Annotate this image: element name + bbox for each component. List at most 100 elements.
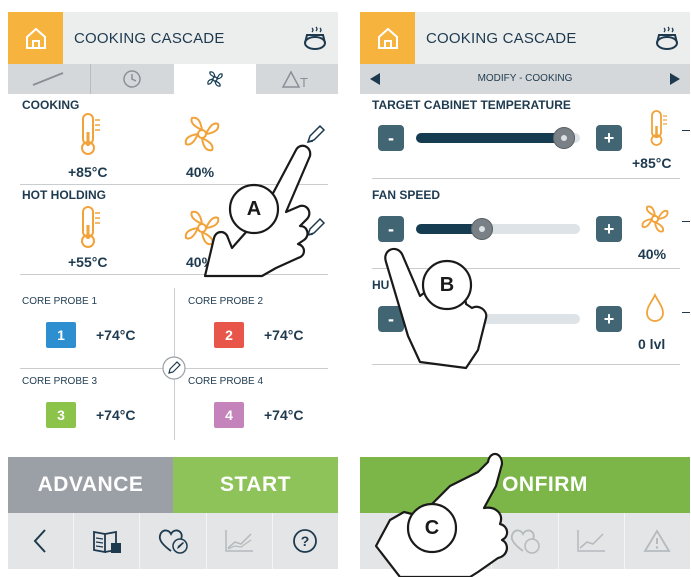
thermometer-icon [650,110,667,146]
tab-bar: T [8,64,338,94]
humidity-minus-button[interactable]: - [378,306,404,332]
home-icon [377,27,398,49]
chevron-left-icon [33,529,46,553]
slider-knob[interactable] [552,127,575,149]
temperature-slider[interactable] [416,127,580,149]
probe-label: CORE PROBE 2 [188,296,264,307]
tab-delta-t[interactable]: T [256,64,338,94]
callout-b: B [439,274,455,296]
chart-icon [225,530,254,552]
probe-temperature: +74°C [96,407,136,423]
cooking-section-title: COOKING [22,98,80,112]
tab-timer[interactable] [91,64,173,94]
probe-temperature: +74°C [264,327,304,343]
favourites-button[interactable] [492,513,559,569]
svg-text:T: T [300,75,308,90]
probe-badge[interactable]: 2 [214,322,244,348]
fan-icon [184,210,220,246]
cooking-pot-icon[interactable] [300,24,330,54]
humidity-title: HU [372,278,390,292]
callout-a: A [246,198,262,220]
fan-speed-title: FAN SPEED [372,188,441,202]
divider [372,178,680,179]
fan-icon [641,205,669,233]
probe-label: CORE PROBE 4 [188,376,264,387]
header-bar: COOKING CASCADE [360,12,690,64]
home-icon [25,27,46,49]
start-button[interactable]: START [173,457,338,513]
divider [20,184,328,185]
header-bar: COOKING CASCADE [8,12,338,64]
app-title: COOKING CASCADE [74,30,225,47]
graph-button[interactable] [207,513,273,569]
recipe-book-button[interactable] [74,513,141,569]
temperature-minus-button[interactable]: - [378,125,404,151]
slider-knob[interactable] [470,218,493,240]
tick-mark [682,130,690,131]
temperature-plus-button[interactable]: + [596,125,622,151]
fan-speed-value: 40% [638,246,667,262]
favourites-button[interactable] [140,513,207,569]
thermometer-icon [81,113,100,155]
edit-probes-icon[interactable] [162,356,186,380]
probe-temperature: +74°C [264,407,304,423]
humidity-slider[interactable] [416,314,580,324]
next-arrow-icon[interactable] [670,73,680,85]
warning-button[interactable] [625,513,690,569]
graph-button[interactable] [559,513,625,569]
bottom-nav: ? [8,513,338,569]
action-buttons: ADVANCE START [8,457,338,513]
warning-icon [643,529,671,552]
home-button[interactable] [8,12,63,64]
modify-cooking-screen: COOKING CASCADE MODIFY - COOKING TARGET … [360,12,690,577]
heart-edit-icon [510,529,540,554]
edit-cooking-icon[interactable] [304,124,326,146]
back-button[interactable] [8,513,75,569]
tab-probe[interactable] [8,64,92,94]
humidity-value: 0 lvl [638,336,666,352]
heart-edit-icon [158,529,188,554]
advance-button[interactable]: ADVANCE [8,457,173,513]
slider-fill [416,133,564,143]
fan-small-icon [206,71,223,87]
modify-bar: MODIFY - COOKING [360,64,690,94]
probe-temperature: +74°C [96,327,136,343]
home-button[interactable] [360,12,415,64]
bottom-nav [360,513,690,569]
cooking-cascade-overview-screen: COOKING CASCADE T COOKING +85°C 40% HOT … [8,12,338,577]
tick-mark [682,312,690,313]
help-button[interactable]: ? [273,513,338,569]
edit-holding-icon[interactable] [304,217,326,239]
divider [372,364,680,365]
tab-fan[interactable] [173,64,256,94]
cooking-fan-speed: 40% [186,164,215,180]
cooking-pot-icon[interactable] [652,24,682,54]
fan-speed-slider[interactable] [416,218,580,240]
svg-text:?: ? [301,533,310,549]
probe-label: CORE PROBE 1 [22,296,98,307]
confirm-button[interactable]: ONFIRM [360,457,690,513]
probe-label: CORE PROBE 3 [22,376,98,387]
app-title: COOKING CASCADE [426,30,577,47]
holding-fan-speed: 40% [186,254,215,270]
callout-c: C [424,517,440,539]
probe-badge[interactable]: 4 [214,402,244,428]
hot-holding-section-title: HOT HOLDING [22,188,106,202]
divider [20,274,328,275]
probe-badge[interactable]: 3 [46,402,76,428]
divider [372,268,680,269]
clock-icon [123,70,142,88]
cooking-temperature: +85°C [68,164,108,180]
book-icon [92,530,121,554]
probe-badge[interactable]: 1 [46,322,76,348]
fan-minus-button[interactable]: - [378,216,404,242]
delta-t-icon: T [281,70,308,90]
thermometer-icon [81,206,100,248]
probe-icon [32,72,64,86]
tick-mark [682,221,690,222]
modify-label: MODIFY - COOKING [477,73,573,84]
fan-plus-button[interactable]: + [596,216,622,242]
help-icon: ? [293,529,318,553]
chevron-left-icon [385,529,398,553]
humidity-plus-button[interactable]: + [596,306,622,332]
